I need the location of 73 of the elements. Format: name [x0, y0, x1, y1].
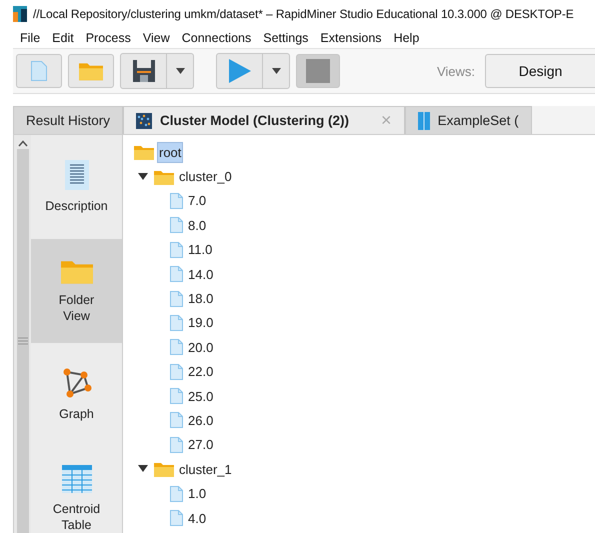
menu-item[interactable]: File: [20, 31, 40, 45]
expand-arrow-icon[interactable]: [138, 465, 148, 474]
folder-icon: [79, 61, 103, 81]
tab-label: Result History: [26, 113, 110, 128]
views-label: Views:: [436, 64, 475, 78]
scatter-icon: [136, 112, 152, 128]
tree-item[interactable]: root: [157, 142, 184, 163]
tree-item[interactable]: 1.0: [186, 483, 208, 504]
sidebar-label: Folder View: [58, 292, 94, 324]
save-icon: [132, 60, 154, 82]
document-icon: [64, 160, 88, 190]
file-icon: [170, 388, 183, 404]
menu-item[interactable]: Extensions: [320, 31, 382, 45]
caret-icon: [272, 68, 280, 74]
tree-item[interactable]: 8.0: [186, 214, 208, 236]
sidebar-label: Centroid Table: [52, 501, 100, 533]
file-icon: [170, 486, 183, 502]
tab-label: ExampleSet (: [438, 113, 519, 128]
file-icon: [31, 61, 47, 81]
menu-item[interactable]: Edit: [52, 31, 74, 45]
file-icon: [170, 412, 183, 428]
tree-item[interactable]: 4.0: [186, 508, 208, 529]
scroll-up-icon[interactable]: [18, 140, 28, 147]
file-icon: [170, 339, 183, 356]
app-logo-icon: [13, 6, 27, 22]
result-tab[interactable]: Cluster Model (Clustering (2)) ×: [123, 106, 405, 134]
grip-icon: [18, 337, 28, 345]
play-icon: [228, 59, 250, 83]
table-icon: [62, 465, 92, 493]
scrollbar[interactable]: [16, 149, 28, 533]
folder-icon: [134, 144, 154, 160]
file-icon: [170, 192, 183, 209]
tree-item[interactable]: 27.0: [186, 434, 216, 456]
result-tab[interactable]: ExampleSet (: [404, 106, 532, 134]
tree-item[interactable]: 20.0: [186, 336, 216, 358]
menu-item[interactable]: Help: [394, 31, 420, 45]
caret-icon: [176, 68, 184, 74]
file-icon: [170, 242, 183, 258]
file-icon: [170, 364, 183, 380]
tree-item[interactable]: 26.0: [186, 410, 216, 431]
folder-icon: [60, 258, 92, 284]
folder-icon: [154, 461, 174, 478]
tree-item[interactable]: 14.0: [186, 264, 216, 285]
result-tab[interactable]: Result History: [13, 106, 124, 134]
file-icon: [170, 217, 183, 234]
window-title: //Local Repository/clustering umkm/dataset* – RapidMiner Studio Educational 10.3.000 @ DESKTOP-E: [33, 7, 574, 21]
design-view-button[interactable]: Design: [485, 54, 595, 88]
folder-icon: [154, 168, 174, 185]
tree-item[interactable]: cluster_0: [177, 166, 234, 188]
tree-item[interactable]: 25.0: [186, 386, 216, 407]
tree-item[interactable]: cluster_1: [177, 458, 234, 480]
menu-item[interactable]: Process: [86, 31, 131, 45]
menu-item[interactable]: Settings: [263, 31, 308, 45]
menu-item[interactable]: Connections: [182, 31, 252, 45]
tab-label: Cluster Model (Clustering (2)): [160, 113, 350, 128]
tree-item[interactable]: 11.0: [186, 239, 214, 260]
file-icon: [170, 436, 183, 453]
graph-icon: [62, 368, 92, 398]
tree-item[interactable]: 19.0: [186, 312, 216, 334]
file-icon: [170, 510, 183, 526]
tree-item[interactable]: 22.0: [186, 361, 216, 382]
file-icon: [170, 290, 183, 307]
sidebar-label: Graph: [59, 406, 94, 422]
sidebar-label: Description: [45, 198, 108, 214]
menu-item[interactable]: View: [142, 31, 170, 45]
stop-icon: [306, 59, 330, 83]
sidebar-item[interactable]: Folder View: [31, 239, 122, 343]
file-icon: [170, 314, 183, 331]
tree-item[interactable]: 18.0: [186, 288, 216, 310]
table-icon: [418, 112, 430, 130]
file-icon: [170, 266, 183, 282]
expand-arrow-icon[interactable]: [138, 172, 148, 181]
tree-item[interactable]: 7.0: [186, 190, 208, 212]
